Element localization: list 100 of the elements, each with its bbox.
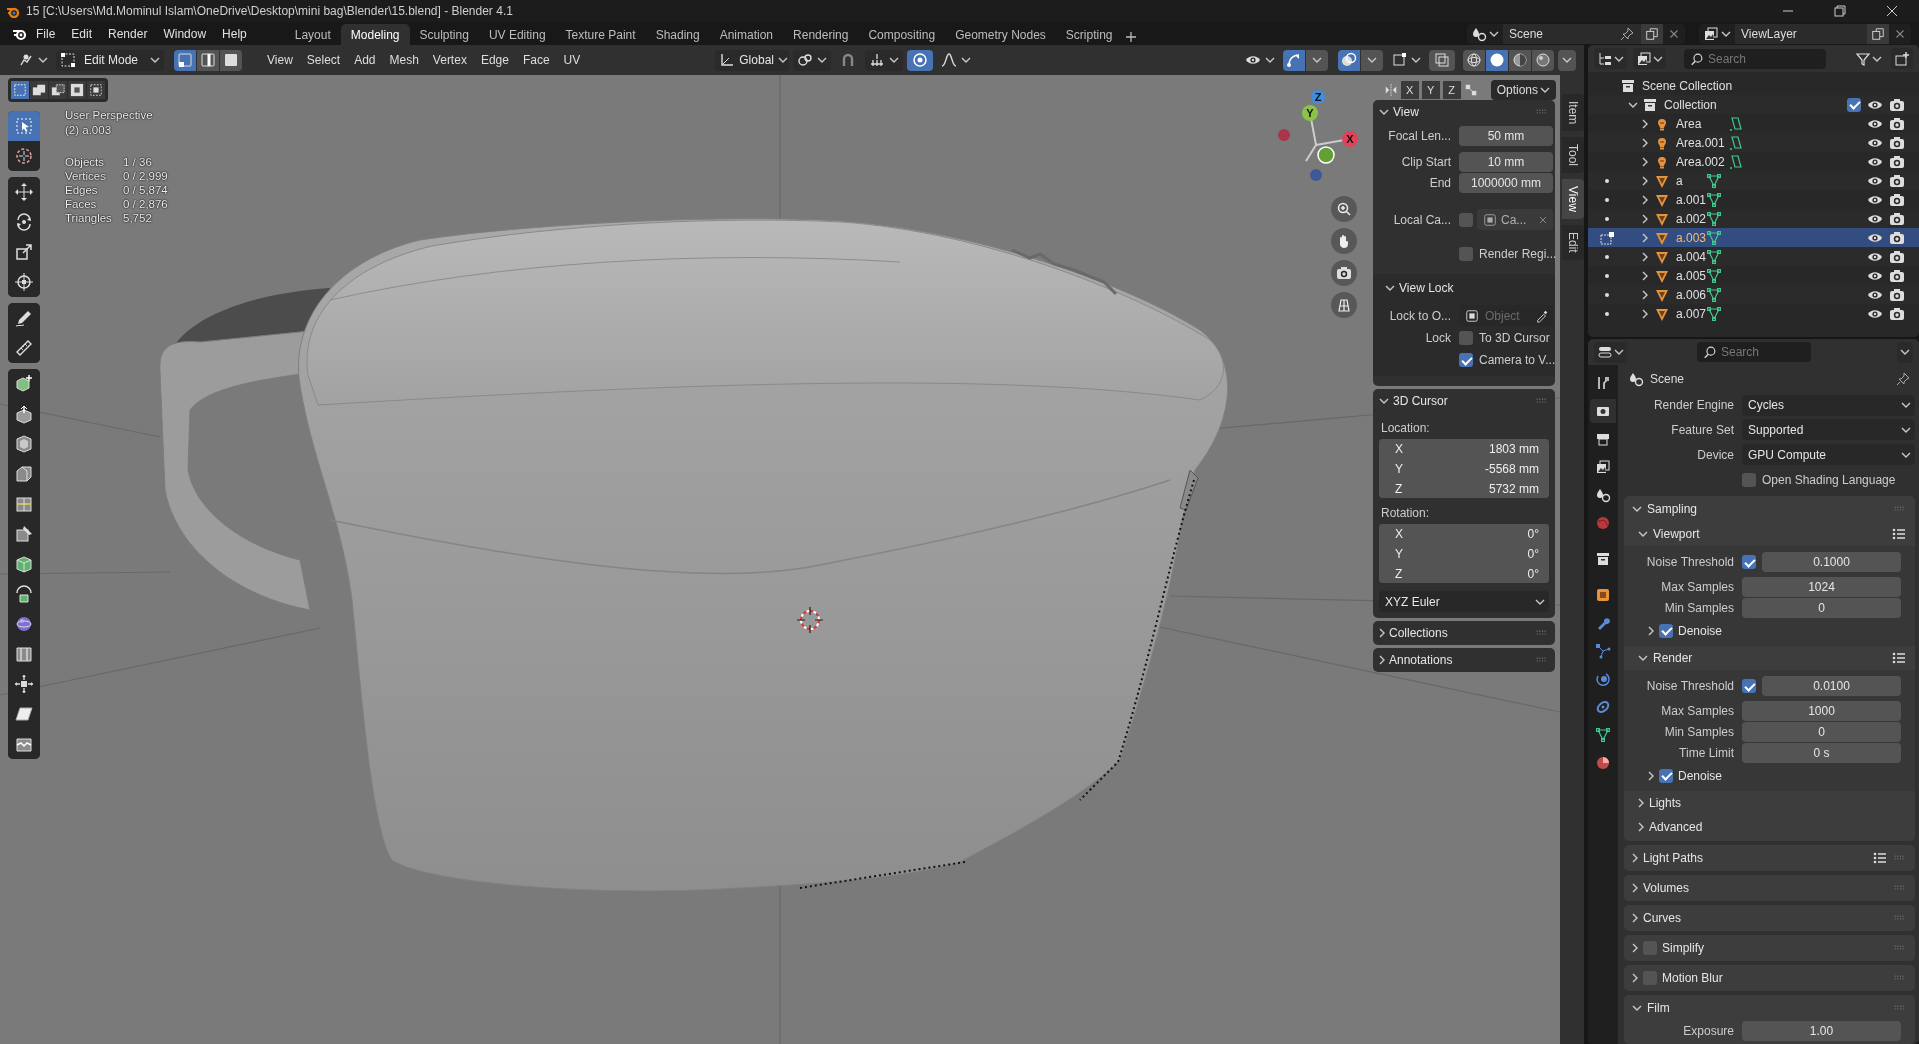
workspace-tab[interactable]: UV Editing: [478, 24, 556, 45]
number-field[interactable]: 0.0100: [1762, 676, 1901, 697]
menu-item[interactable]: File: [28, 23, 64, 44]
field-label: Lock to O...: [1388, 308, 1451, 323]
sidebar-tab[interactable]: Edit: [1562, 225, 1584, 260]
panel-header[interactable]: Sampling: [1624, 495, 1915, 522]
header-menu[interactable]: View: [260, 53, 300, 67]
tree-item[interactable]: Scene Collection: [1642, 78, 1733, 93]
menu-item[interactable]: Window: [155, 23, 215, 44]
panel-header[interactable]: Film: [1624, 994, 1915, 1021]
number-field[interactable]: 0: [1742, 598, 1901, 619]
subpanel-header[interactable]: Render: [1624, 645, 1915, 670]
stat-value: 5,752: [123, 212, 153, 224]
options-dropdown[interactable]: Options: [1490, 80, 1556, 100]
number-field[interactable]: 50 mm: [1459, 126, 1553, 146]
menu-item[interactable]: Render: [100, 23, 156, 44]
orientation-dropdown[interactable]: Global: [715, 49, 790, 71]
workspace-tab[interactable]: Animation: [709, 24, 784, 45]
dropdown[interactable]: Supported: [1742, 419, 1915, 441]
header-menu[interactable]: Add: [347, 53, 383, 67]
workspace-tab[interactable]: Compositing: [858, 24, 946, 45]
number-field[interactable]: 0 s: [1742, 743, 1901, 764]
workspace-tab[interactable]: Texture Paint: [555, 24, 646, 45]
workspace-tab[interactable]: Sculpting: [409, 24, 479, 45]
section-label: Rotation:: [1380, 505, 1431, 522]
tree-row[interactable]: Area.002: [1588, 152, 1919, 171]
mode-dropdown[interactable]: Edit Mode: [56, 49, 164, 71]
subpanel-header[interactable]: Denoise: [1624, 618, 1915, 643]
mirror-axis-toggle[interactable]: X: [1400, 81, 1419, 99]
tree-item-label: Area: [1676, 116, 1703, 131]
panel-header[interactable]: Motion Blur: [1624, 964, 1915, 991]
workspace-tab[interactable]: Modeling: [340, 24, 410, 45]
gizmo-axis-label: Y: [1306, 107, 1314, 119]
field-label: Local Ca...: [1392, 212, 1451, 227]
panel-header[interactable]: Light Paths: [1624, 844, 1915, 871]
dropdown[interactable]: GPU Compute: [1742, 444, 1915, 466]
dropdown[interactable]: Cycles: [1742, 394, 1915, 416]
rotation-mode-dropdown[interactable]: XYZ Euler: [1379, 591, 1549, 612]
number-field[interactable]: 10 mm: [1459, 152, 1553, 172]
workspace-tab[interactable]: Rendering: [783, 24, 859, 45]
search-field[interactable]: Search: [1697, 342, 1811, 362]
tree-item-label: Area.001: [1676, 135, 1726, 150]
field-label: Noise Threshold: [1645, 679, 1734, 694]
number-field[interactable]: 0: [1742, 722, 1901, 743]
subpanel-header[interactable]: Lights: [1624, 790, 1915, 815]
header-menu[interactable]: Face: [515, 53, 557, 67]
header-menu[interactable]: UV: [556, 53, 588, 67]
panel-header[interactable]: Curves: [1624, 904, 1915, 931]
navigation-gizmo-drawing[interactable]: X Y Z: [1266, 89, 1366, 185]
header-menu[interactable]: Vertex: [425, 53, 474, 67]
subpanel-header[interactable]: Denoise: [1624, 763, 1915, 788]
section-label: Location:: [1380, 420, 1431, 437]
sidebar-tab[interactable]: Item: [1562, 94, 1584, 132]
number-field[interactable]: 1024: [1742, 577, 1901, 598]
number-field[interactable]: 1.00: [1742, 1021, 1901, 1042]
mirror-axis-toggle[interactable]: Y: [1421, 81, 1440, 99]
tree-row[interactable]: Area: [1588, 114, 1919, 133]
collapsed-panel[interactable]: Collections: [1373, 621, 1555, 645]
panel-header[interactable]: 3D Cursor: [1373, 389, 1555, 413]
workspace-tab[interactable]: Shading: [645, 24, 710, 45]
stat-value: 0 / 2,876: [123, 198, 168, 210]
header-menu[interactable]: Select: [299, 53, 348, 67]
scene-selector[interactable]: Scene: [1467, 23, 1685, 44]
sidebar-tab[interactable]: Tool: [1562, 137, 1584, 174]
workspace-tab[interactable]: Layout: [284, 24, 341, 45]
field-label: Render Engine: [1652, 398, 1734, 413]
number-field[interactable]: 0.1000: [1762, 552, 1901, 573]
number-field[interactable]: 1000: [1742, 701, 1901, 722]
field-label: Focal Len...: [1387, 129, 1451, 143]
mirror-axis-toggle[interactable]: Z: [1442, 81, 1461, 99]
panel-header[interactable]: Volumes: [1624, 874, 1915, 901]
subpanel-header[interactable]: Advanced: [1624, 814, 1915, 839]
view-layer-selector[interactable]: ViewLayer: [1699, 23, 1911, 44]
selected-tree-row[interactable]: a.003: [1588, 228, 1919, 247]
tree-item-label: a.002: [1676, 211, 1707, 226]
number-field[interactable]: 1000000 mm: [1459, 173, 1553, 193]
tree-row[interactable]: a.007: [1588, 304, 1919, 323]
tree-row[interactable]: a.001: [1588, 190, 1919, 209]
tree-item-label: a.006: [1676, 287, 1707, 302]
tree-item[interactable]: Collection: [1664, 97, 1717, 112]
camera-field[interactable]: Ca...: [1477, 209, 1553, 230]
context-label: Scene: [1650, 371, 1686, 386]
subpanel-header[interactable]: View Lock: [1373, 277, 1555, 299]
view-layer-name: ViewLayer: [1741, 26, 1798, 41]
field-label: Max Samples: [1660, 580, 1734, 595]
menu-item[interactable]: Edit: [63, 23, 101, 44]
gizmo-axis-label: Z: [1314, 91, 1322, 103]
workspace-tab[interactable]: Geometry Nodes: [945, 24, 1056, 45]
subpanel-header[interactable]: Viewport: [1624, 521, 1915, 546]
field-label: Lock: [1424, 331, 1451, 345]
sidebar-tab[interactable]: View: [1562, 179, 1584, 220]
tree-row[interactable]: a.005: [1588, 266, 1919, 285]
header-menu[interactable]: Edge: [473, 53, 516, 67]
header-menu[interactable]: Mesh: [382, 53, 426, 67]
workspace-tab[interactable]: Scripting: [1055, 24, 1123, 45]
panel-header[interactable]: Simplify: [1624, 934, 1915, 961]
menu-item[interactable]: Help: [214, 23, 255, 44]
search-field[interactable]: Search: [1684, 48, 1826, 69]
panel-header[interactable]: View: [1373, 100, 1555, 124]
collapsed-panel[interactable]: Annotations: [1373, 648, 1555, 672]
